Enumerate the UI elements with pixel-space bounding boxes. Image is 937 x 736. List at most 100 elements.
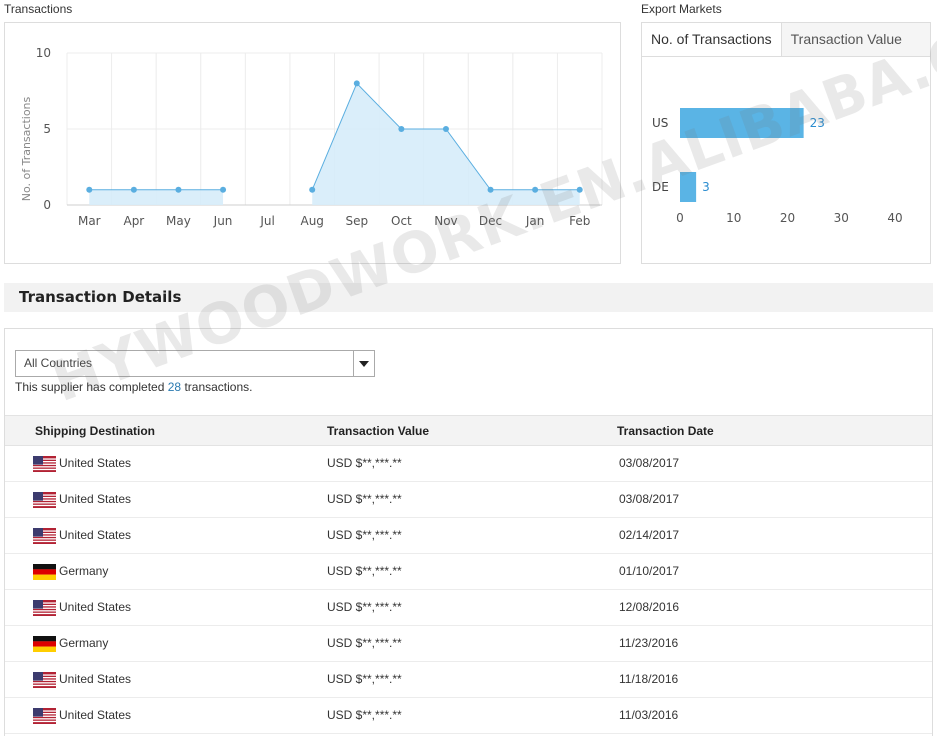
x-tick-label: Apr bbox=[123, 214, 144, 228]
x-tick-label: 0 bbox=[676, 211, 684, 225]
value-cell: USD $**,***.** bbox=[327, 708, 402, 722]
y-tick-label: 10 bbox=[36, 46, 51, 60]
x-tick-label: Feb bbox=[569, 214, 590, 228]
destination-cell: United States bbox=[59, 456, 132, 470]
value-cell: USD $**,***.** bbox=[327, 600, 402, 614]
data-point-feb[interactable] bbox=[576, 186, 583, 193]
date-cell: 01/10/2017 bbox=[619, 564, 680, 578]
date-cell: 03/08/2017 bbox=[619, 456, 680, 470]
date-cell: 11/23/2016 bbox=[619, 636, 679, 650]
x-tick-label: Aug bbox=[300, 214, 323, 228]
table-row: United States USD $**,***.** 02/14/2017 bbox=[5, 518, 932, 554]
transaction-details-panel: All Countries This supplier has complete… bbox=[4, 328, 933, 736]
date-cell: 03/08/2017 bbox=[619, 492, 680, 506]
date-cell: 12/08/2016 bbox=[619, 600, 680, 614]
data-point-sep[interactable] bbox=[353, 80, 360, 87]
column-header-destination[interactable]: Shipping Destination bbox=[35, 424, 155, 438]
date-cell: 02/14/2017 bbox=[619, 528, 680, 542]
country-filter-value: All Countries bbox=[24, 356, 93, 370]
x-tick-label: May bbox=[166, 214, 191, 228]
us-flag-icon bbox=[33, 492, 56, 508]
destination-cell: Germany bbox=[59, 564, 109, 578]
bar-value-label: 3 bbox=[702, 180, 710, 194]
summary-prefix: This supplier has completed bbox=[15, 380, 168, 394]
dropdown-button[interactable] bbox=[353, 351, 374, 376]
x-tick-label: 10 bbox=[726, 211, 741, 225]
x-tick-label: Sep bbox=[345, 214, 368, 228]
series-area bbox=[89, 189, 224, 205]
destination-cell: United States bbox=[59, 528, 132, 542]
data-point-apr[interactable] bbox=[130, 186, 137, 193]
us-flag-icon bbox=[33, 456, 56, 472]
table-row: United States USD $**,***.** 11/03/2016 bbox=[5, 698, 932, 734]
data-point-jan[interactable] bbox=[532, 186, 539, 193]
y-axis-label: No. of Transactions bbox=[20, 96, 33, 201]
transaction-details-title: Transaction Details bbox=[19, 288, 182, 306]
x-tick-label: Nov bbox=[434, 214, 457, 228]
transactions-section-label: Transactions bbox=[4, 2, 73, 16]
us-flag-icon bbox=[33, 672, 56, 688]
value-cell: USD $**,***.** bbox=[327, 528, 402, 542]
transactions-table-header: Shipping Destination Transaction Value T… bbox=[5, 415, 932, 446]
us-flag-icon bbox=[33, 528, 56, 544]
data-point-may[interactable] bbox=[175, 186, 182, 193]
series-area bbox=[312, 83, 580, 205]
destination-cell: United States bbox=[59, 708, 132, 722]
y-tick-label: 0 bbox=[43, 198, 51, 212]
x-tick-label: Jun bbox=[213, 214, 233, 228]
export-markets-panel: No. of Transactions Transaction Value US… bbox=[641, 22, 931, 264]
export-markets-bar-chart: US DE 23 3 0 10 20 30 40 bbox=[652, 108, 903, 225]
us-flag-icon bbox=[33, 600, 56, 616]
x-tick-label: 40 bbox=[887, 211, 902, 225]
bar-us[interactable] bbox=[680, 108, 804, 138]
bar-category-label: US bbox=[652, 116, 668, 130]
data-point-dec[interactable] bbox=[487, 186, 494, 193]
tab-transaction-value[interactable]: Transaction Value bbox=[781, 23, 930, 56]
transaction-count[interactable]: 28 bbox=[168, 380, 181, 394]
data-point-oct[interactable] bbox=[398, 126, 405, 132]
date-cell: 11/18/2016 bbox=[619, 672, 679, 686]
table-row: United States USD $**,***.** 11/18/2016 bbox=[5, 662, 932, 698]
value-cell: USD $**,***.** bbox=[327, 672, 402, 686]
summary-suffix: transactions. bbox=[181, 380, 253, 394]
bar-de[interactable] bbox=[680, 172, 697, 202]
table-row: United States USD $**,***.** 03/08/2017 bbox=[5, 446, 932, 482]
value-cell: USD $**,***.** bbox=[327, 636, 402, 650]
date-cell: 11/03/2016 bbox=[619, 708, 679, 722]
data-point-mar[interactable] bbox=[86, 186, 93, 193]
data-point-aug[interactable] bbox=[309, 186, 316, 193]
tab-no-of-transactions[interactable]: No. of Transactions bbox=[642, 23, 782, 56]
de-flag-icon bbox=[33, 636, 56, 652]
destination-cell: United States bbox=[59, 600, 132, 614]
bar-value-label: 23 bbox=[810, 116, 825, 130]
table-row: Germany USD $**,***.** 01/10/2017 bbox=[5, 554, 932, 590]
export-markets-section-label: Export Markets bbox=[641, 2, 722, 16]
destination-cell: United States bbox=[59, 492, 132, 506]
export-markets-tabs: No. of Transactions Transaction Value bbox=[642, 23, 930, 57]
transactions-line-chart: 0 5 10 Mar Apr May Jun Jul Aug Sep Oct Nov Dec Jan Fe… bbox=[20, 46, 603, 228]
table-row: United States USD $**,***.** 12/08/2016 bbox=[5, 590, 932, 626]
data-point-jun[interactable] bbox=[220, 186, 227, 193]
data-point-nov[interactable] bbox=[442, 126, 449, 132]
y-tick-label: 5 bbox=[43, 122, 51, 136]
transactions-summary: This supplier has completed 28 transacti… bbox=[15, 380, 252, 394]
column-header-date[interactable]: Transaction Date bbox=[617, 424, 714, 438]
value-cell: USD $**,***.** bbox=[327, 492, 402, 506]
us-flag-icon bbox=[33, 708, 56, 724]
x-tick-label: Oct bbox=[391, 214, 412, 228]
x-tick-label: Dec bbox=[479, 214, 502, 228]
destination-cell: United States bbox=[59, 672, 132, 686]
column-header-value[interactable]: Transaction Value bbox=[327, 424, 429, 438]
destination-cell: Germany bbox=[59, 636, 109, 650]
x-tick-label: 30 bbox=[834, 211, 849, 225]
bar-category-label: DE bbox=[652, 180, 669, 194]
value-cell: USD $**,***.** bbox=[327, 456, 402, 470]
x-tick-label: 20 bbox=[780, 211, 795, 225]
x-tick-label: Jan bbox=[525, 214, 545, 228]
value-cell: USD $**,***.** bbox=[327, 564, 402, 578]
table-row: Germany USD $**,***.** 11/23/2016 bbox=[5, 626, 932, 662]
de-flag-icon bbox=[33, 564, 56, 580]
table-row: United States USD $**,***.** 03/08/2017 bbox=[5, 482, 932, 518]
country-filter-select[interactable]: All Countries bbox=[15, 350, 375, 377]
transaction-details-header: Transaction Details bbox=[4, 283, 933, 312]
